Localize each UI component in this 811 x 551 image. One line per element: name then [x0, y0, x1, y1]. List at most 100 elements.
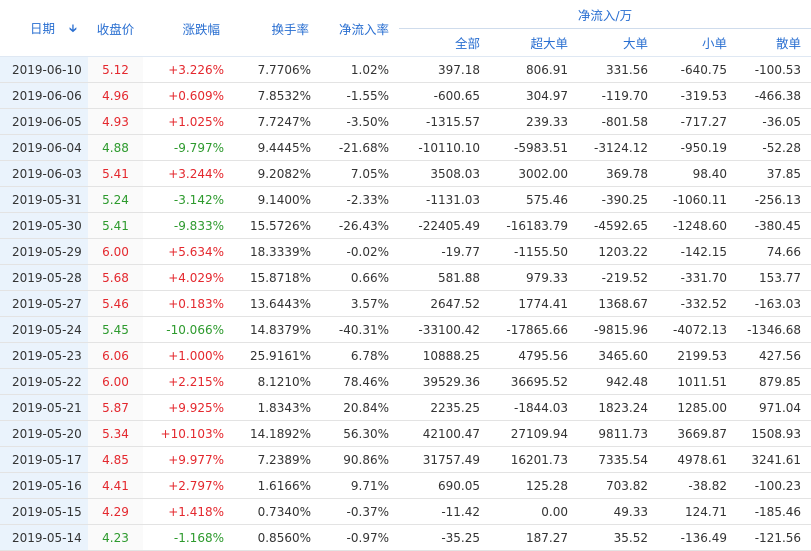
table-row: 2019-05-23 6.06 +1.000% 25.9161% 6.78% 10888.… — [0, 342, 811, 369]
cell-close: 6.06 — [88, 342, 143, 369]
cell-all: -1315.57 — [399, 108, 490, 135]
cell-change: +2.797% — [143, 472, 234, 499]
col-header-small[interactable]: 小单 — [658, 28, 737, 57]
cell-small: -4072.13 — [658, 316, 737, 343]
cell-small: -1248.60 — [658, 212, 737, 239]
cell-retail: -52.28 — [737, 134, 811, 161]
cell-netflow-rate: -3.50% — [321, 108, 399, 135]
cell-netflow-rate: -40.31% — [321, 316, 399, 343]
cell-netflow-rate: 9.71% — [321, 472, 399, 499]
col-header-super-large[interactable]: 超大单 — [490, 28, 578, 57]
col-header-large[interactable]: 大单 — [578, 28, 658, 57]
cell-close: 5.45 — [88, 316, 143, 343]
cell-close: 4.88 — [88, 134, 143, 161]
col-header-change[interactable]: 涨跌幅 — [143, 0, 234, 57]
cell-close: 4.85 — [88, 446, 143, 473]
table-row: 2019-05-14 4.23 -1.168% 0.8560% -0.97% -35.25… — [0, 524, 811, 551]
cell-netflow-rate: 0.66% — [321, 264, 399, 291]
cell-turnover: 18.3339% — [234, 238, 321, 265]
cell-date: 2019-05-15 — [0, 498, 88, 525]
cell-all: -10110.10 — [399, 134, 490, 161]
cell-close: 5.24 — [88, 186, 143, 213]
cell-date: 2019-05-16 — [0, 472, 88, 499]
cell-large: 3465.60 — [578, 342, 658, 369]
cell-super-large: 16201.73 — [490, 446, 578, 473]
cell-retail: -121.56 — [737, 524, 811, 551]
col-header-date[interactable]: 日期 🡳 — [0, 0, 88, 57]
cell-change: +9.977% — [143, 446, 234, 473]
cell-retail: 37.85 — [737, 160, 811, 187]
col-header-netflow-rate[interactable]: 净流入率 — [321, 0, 399, 57]
cell-small: -332.52 — [658, 290, 737, 317]
cell-close: 4.23 — [88, 524, 143, 551]
cell-large: 331.56 — [578, 56, 658, 83]
cell-close: 5.41 — [88, 212, 143, 239]
table-row: 2019-06-05 4.93 +1.025% 7.7247% -3.50% -1315.… — [0, 108, 811, 135]
cell-super-large: -1155.50 — [490, 238, 578, 265]
cell-all: 31757.49 — [399, 446, 490, 473]
cell-small: 124.71 — [658, 498, 737, 525]
cell-all: -11.42 — [399, 498, 490, 525]
col-header-all[interactable]: 全部 — [399, 28, 490, 57]
cell-super-large: 125.28 — [490, 472, 578, 499]
cell-change: +4.029% — [143, 264, 234, 291]
table-body: 2019-06-10 5.12 +3.226% 7.7706% 1.02% 397.18 8… — [0, 56, 811, 551]
cell-turnover: 7.2389% — [234, 446, 321, 473]
table-row: 2019-05-27 5.46 +0.183% 13.6443% 3.57% 2647.5… — [0, 290, 811, 317]
cell-super-large: 979.33 — [490, 264, 578, 291]
cell-date: 2019-06-10 — [0, 56, 88, 83]
cell-super-large: 187.27 — [490, 524, 578, 551]
cell-retail: 153.77 — [737, 264, 811, 291]
cell-all: 2647.52 — [399, 290, 490, 317]
cell-small: -717.27 — [658, 108, 737, 135]
cell-date: 2019-06-05 — [0, 108, 88, 135]
cell-netflow-rate: -26.43% — [321, 212, 399, 239]
cell-super-large: 27109.94 — [490, 420, 578, 447]
cell-turnover: 14.8379% — [234, 316, 321, 343]
cell-turnover: 7.7706% — [234, 56, 321, 83]
cell-retail: -36.05 — [737, 108, 811, 135]
col-header-turnover[interactable]: 换手率 — [234, 0, 321, 57]
cell-super-large: 3002.00 — [490, 160, 578, 187]
cell-date: 2019-05-20 — [0, 420, 88, 447]
cell-all: 10888.25 — [399, 342, 490, 369]
cell-netflow-rate: 90.86% — [321, 446, 399, 473]
cell-netflow-rate: -0.37% — [321, 498, 399, 525]
cell-large: 1823.24 — [578, 394, 658, 421]
sort-desc-icon[interactable]: 🡳 — [69, 20, 77, 39]
table-row: 2019-06-04 4.88 -9.797% 9.4445% -21.68% -1011… — [0, 134, 811, 161]
cell-retail: 971.04 — [737, 394, 811, 421]
cell-large: 1368.67 — [578, 290, 658, 317]
cell-all: -19.77 — [399, 238, 490, 265]
cell-small: 4978.61 — [658, 446, 737, 473]
cell-change: -9.797% — [143, 134, 234, 161]
cell-super-large: -17865.66 — [490, 316, 578, 343]
cell-turnover: 13.6443% — [234, 290, 321, 317]
cell-turnover: 15.8718% — [234, 264, 321, 291]
cell-netflow-rate: 3.57% — [321, 290, 399, 317]
cell-super-large: 239.33 — [490, 108, 578, 135]
cell-close: 5.41 — [88, 160, 143, 187]
cell-large: 9811.73 — [578, 420, 658, 447]
cell-date: 2019-05-23 — [0, 342, 88, 369]
cell-turnover: 9.2082% — [234, 160, 321, 187]
cell-turnover: 7.8532% — [234, 82, 321, 109]
cell-date: 2019-05-21 — [0, 394, 88, 421]
cell-close: 5.46 — [88, 290, 143, 317]
cell-close: 4.29 — [88, 498, 143, 525]
cell-all: 690.05 — [399, 472, 490, 499]
cell-super-large: 0.00 — [490, 498, 578, 525]
cell-change: +9.925% — [143, 394, 234, 421]
col-header-retail[interactable]: 散单 — [737, 28, 811, 57]
cell-all: 3508.03 — [399, 160, 490, 187]
cell-all: 2235.25 — [399, 394, 490, 421]
cell-netflow-rate: 7.05% — [321, 160, 399, 187]
cell-large: 7335.54 — [578, 446, 658, 473]
cell-small: -319.53 — [658, 82, 737, 109]
col-header-close[interactable]: 收盘价 — [88, 0, 143, 57]
table-row: 2019-05-21 5.87 +9.925% 1.8343% 20.84% 2235.2… — [0, 394, 811, 421]
cell-close: 4.93 — [88, 108, 143, 135]
table-row: 2019-05-16 4.41 +2.797% 1.6166% 9.71% 690.05 1… — [0, 472, 811, 499]
cell-super-large: -5983.51 — [490, 134, 578, 161]
table-row: 2019-05-24 5.45 -10.066% 14.8379% -40.31% -33… — [0, 316, 811, 343]
